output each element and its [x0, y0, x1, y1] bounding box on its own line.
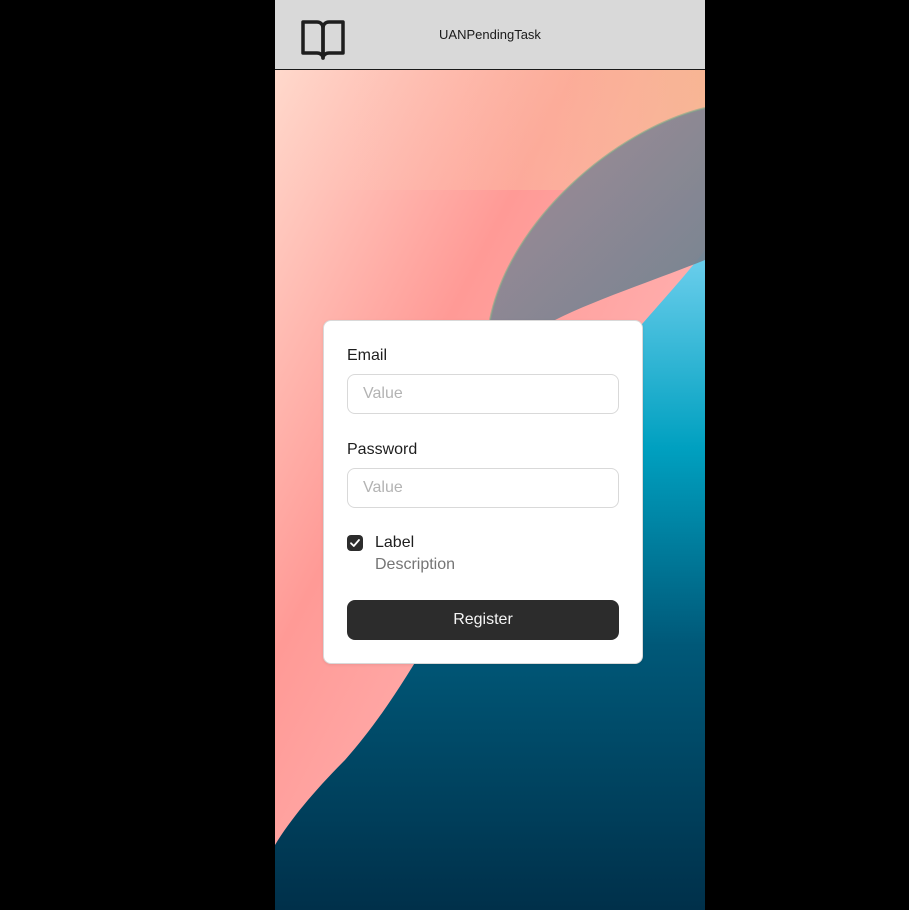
register-button[interactable]: Register — [347, 600, 619, 640]
checkbox[interactable] — [347, 535, 363, 551]
checkmark-icon — [350, 539, 360, 547]
email-label: Email — [347, 347, 388, 364]
email-input[interactable] — [347, 374, 619, 414]
checkbox-description: Description — [375, 556, 456, 573]
app-title: UANPendingTask — [439, 27, 541, 42]
app-header: UANPendingTask — [275, 0, 705, 70]
password-label: Password — [347, 441, 418, 458]
app-screen: UANPendingTask Email Password Label Desc… — [275, 0, 705, 910]
register-form-card: Email Password Label Description Registe… — [323, 320, 643, 664]
checkbox-label[interactable]: Label — [375, 534, 414, 552]
password-input[interactable] — [347, 468, 619, 508]
